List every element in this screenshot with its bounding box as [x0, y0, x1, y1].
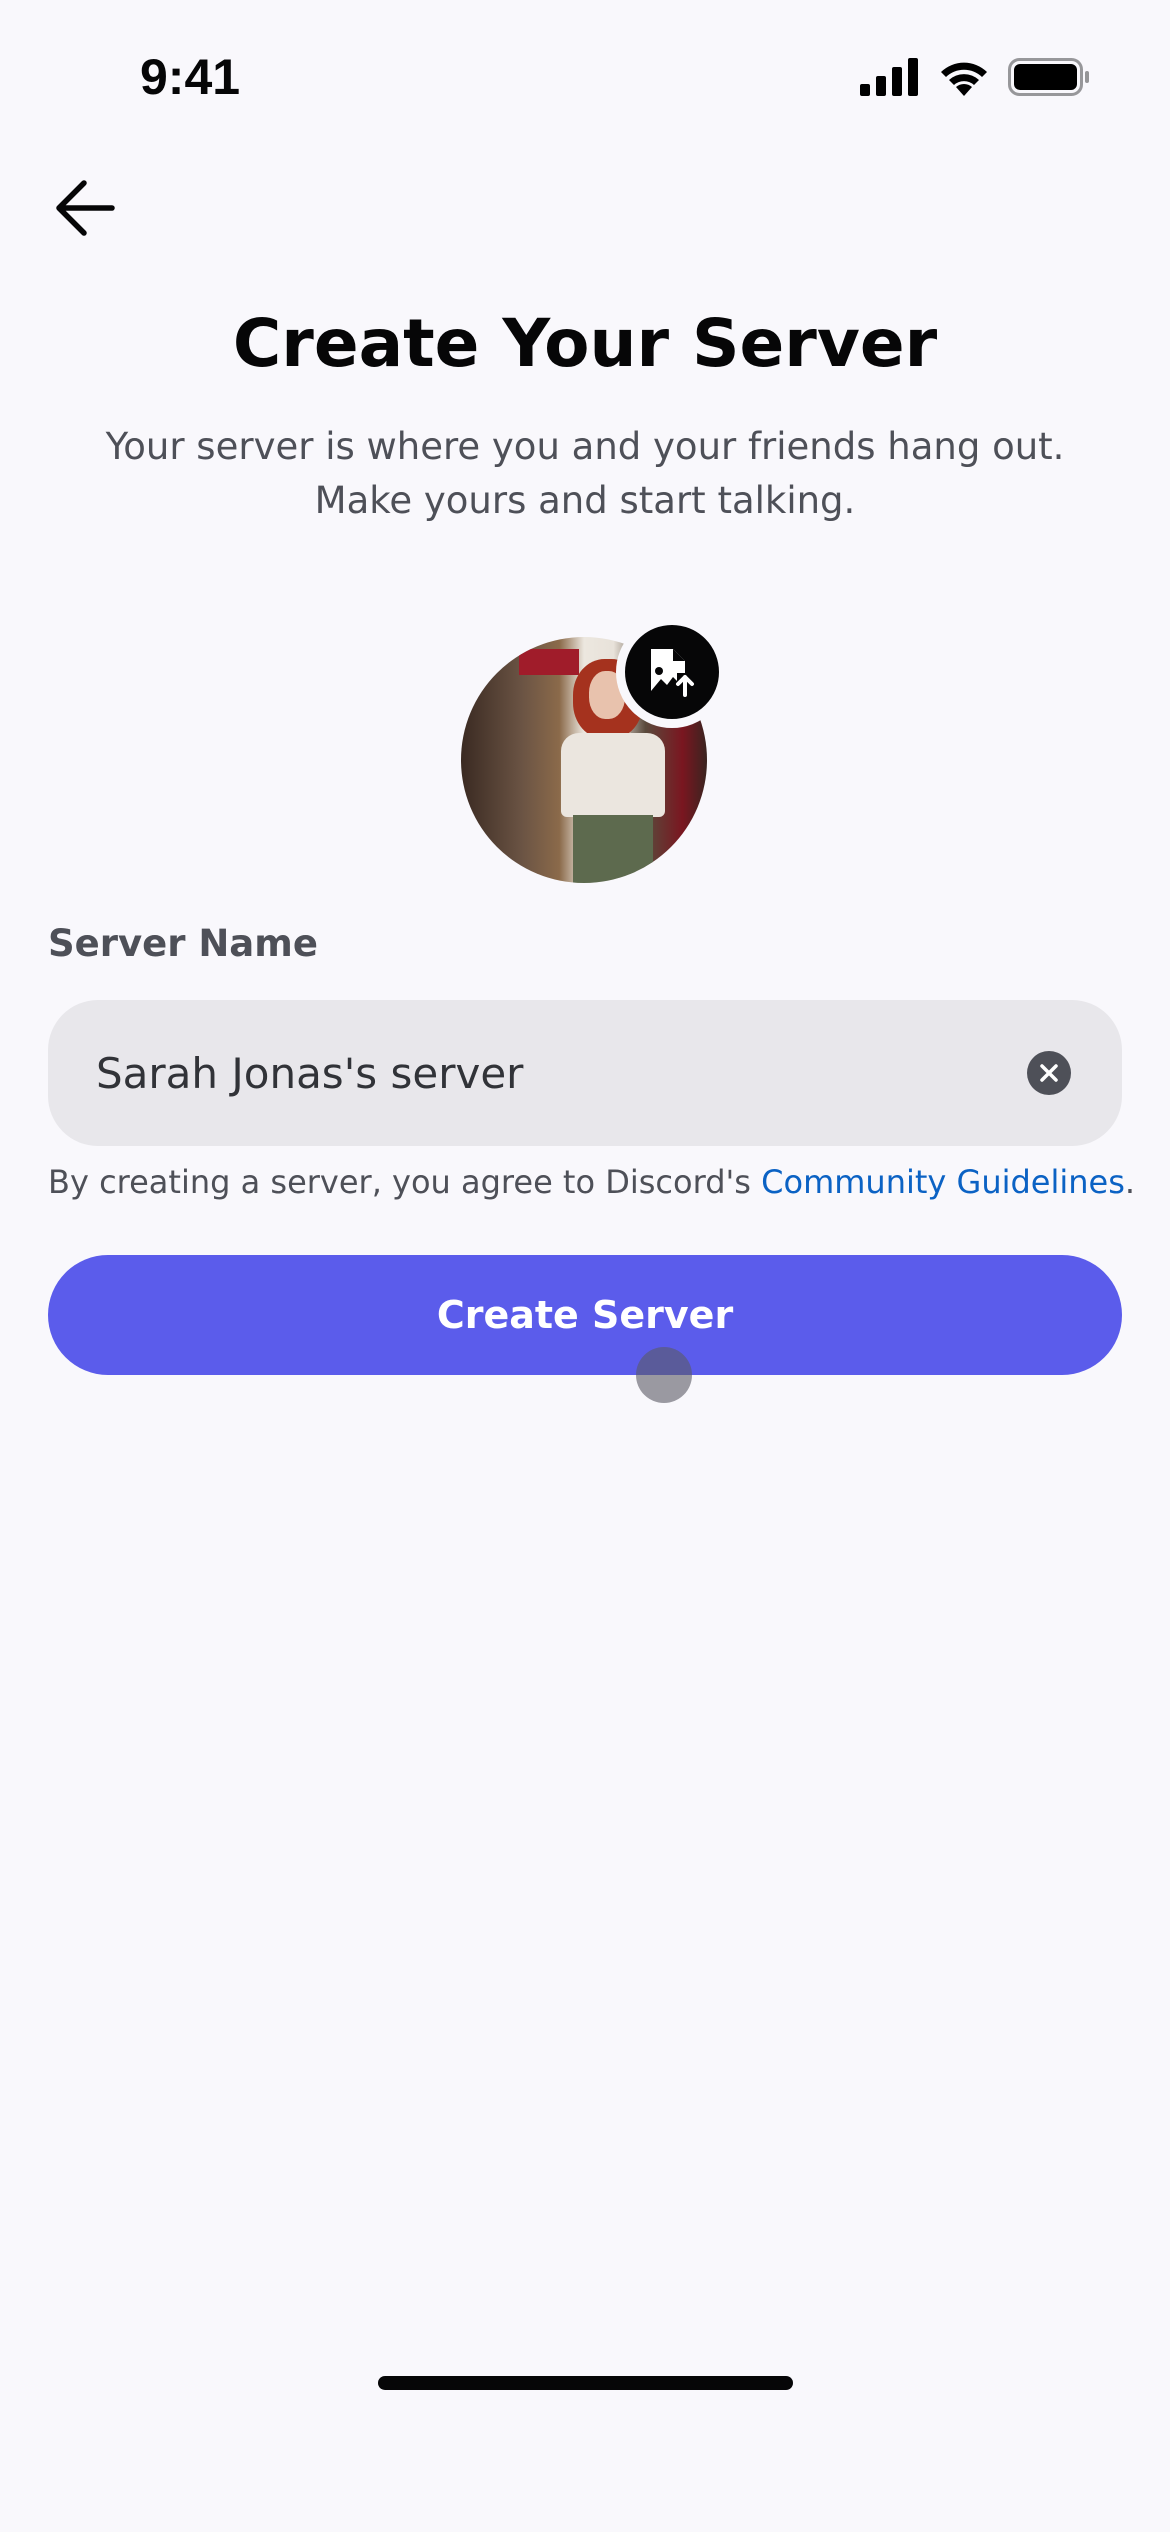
status-icons [860, 58, 1090, 96]
wifi-icon [941, 62, 987, 96]
home-indicator[interactable] [378, 2376, 793, 2390]
server-name-input[interactable]: Sarah Jonas's server [48, 1000, 1122, 1146]
subtitle-line-2: Make yours and start talking. [314, 479, 856, 522]
terms-prefix: By creating a server, you agree to Disco… [48, 1163, 762, 1201]
community-guidelines-link[interactable]: Community Guidelines [761, 1163, 1125, 1201]
create-server-button[interactable]: Create Server [48, 1255, 1122, 1375]
status-time: 9:41 [140, 49, 241, 105]
terms-text: By creating a server, you agree to Disco… [48, 1163, 1135, 1201]
subtitle-line-1: Your server is where you and your friend… [105, 425, 1065, 468]
image-upload-icon [651, 649, 694, 697]
clear-x-icon [1040, 1064, 1058, 1082]
terms-suffix: . [1124, 1163, 1136, 1201]
cellular-signal-icon [860, 58, 918, 96]
server-name-value: Sarah Jonas's server [96, 1048, 524, 1098]
clear-input-button[interactable] [1027, 1051, 1071, 1095]
page-title: Create Your Server [232, 305, 938, 382]
upload-image-button[interactable] [616, 616, 728, 728]
battery-icon [1008, 58, 1089, 96]
server-name-label: Server Name [48, 922, 318, 965]
back-button[interactable] [50, 175, 120, 241]
touch-indicator [636, 1347, 692, 1403]
arrow-left-icon [56, 180, 115, 236]
